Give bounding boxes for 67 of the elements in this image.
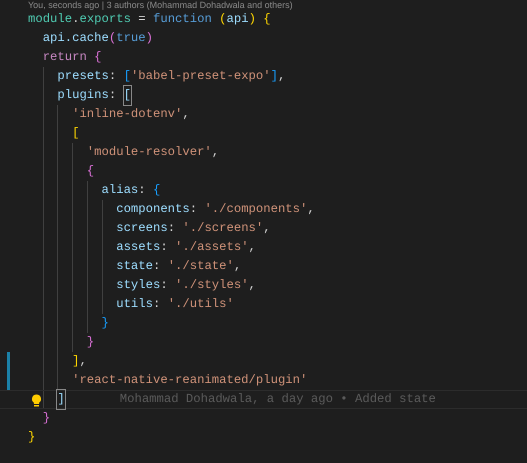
- code-token: ): [146, 30, 153, 47]
- blame-annotation: Mohammad Dohadwala, a day ago • Added state: [120, 391, 436, 408]
- code-token: ,: [234, 258, 242, 275]
- matched-bracket: [: [124, 86, 131, 105]
- code-token: module: [28, 11, 72, 28]
- code-token: './assets': [175, 239, 249, 256]
- code-token: api: [226, 11, 249, 28]
- code-token: ]: [270, 68, 278, 85]
- code-token: ): [248, 11, 257, 28]
- code-token: styles: [115, 277, 160, 294]
- code-token: ,: [307, 201, 315, 218]
- code-token: 'react-native-reanimated/plugin': [71, 372, 308, 389]
- code-token: './screens': [182, 220, 264, 237]
- code-token: plugins: [56, 87, 109, 104]
- code-token: :: [168, 220, 176, 237]
- code-token: function: [153, 11, 213, 28]
- code-token: (: [108, 30, 116, 47]
- code-token: }: [86, 334, 94, 351]
- code-token: './components': [204, 201, 308, 218]
- code-token: {: [263, 11, 271, 28]
- codelens-annotation[interactable]: You, seconds ago | 3 authors (Mohammad Dohadwala and others): [28, 0, 293, 10]
- code-token: {: [152, 182, 160, 199]
- code-token: true: [116, 30, 146, 47]
- code-token: 'module-resolver': [86, 144, 212, 161]
- code-token: ,: [248, 277, 256, 294]
- code-token: .: [72, 11, 80, 28]
- code-token: assets: [115, 239, 160, 256]
- code-token: './styles': [175, 277, 249, 294]
- code-token: ,: [212, 144, 220, 161]
- code-token: state: [115, 258, 153, 275]
- code-token: './state': [168, 258, 234, 275]
- code-token: {: [86, 163, 94, 180]
- code-token: }: [28, 429, 36, 446]
- code-token: :: [108, 87, 118, 104]
- code-token: [: [124, 68, 131, 85]
- code-token: ,: [182, 106, 190, 123]
- code-token: :: [160, 239, 169, 256]
- code-token: }: [100, 315, 109, 332]
- code-token: screens: [115, 220, 168, 237]
- code-token: {: [94, 49, 102, 66]
- code-token: './utils': [168, 296, 234, 313]
- code-token: :: [152, 296, 162, 313]
- code-token: :: [108, 68, 118, 85]
- lightbulb-icon[interactable]: [31, 394, 42, 407]
- code-token: presets: [56, 68, 109, 85]
- code-token: =: [137, 11, 147, 28]
- code-token: :: [160, 277, 169, 294]
- code-token: 'babel-preset-expo': [130, 68, 271, 85]
- code-token: }: [42, 410, 50, 427]
- code-token: (: [219, 11, 227, 28]
- code-token: :: [138, 182, 147, 199]
- code-token: :: [190, 201, 198, 218]
- code-token: components: [115, 201, 190, 218]
- code-token: ]: [71, 353, 80, 370]
- code-token: ,: [263, 220, 271, 237]
- code-token: utils: [115, 296, 153, 313]
- code-token: ,: [79, 353, 87, 370]
- code-token: api.cache: [42, 30, 109, 47]
- code-token: ,: [278, 68, 286, 85]
- code-token: [: [71, 125, 80, 142]
- code-token: 'inline-dotenv': [71, 106, 182, 123]
- code-token: return: [42, 49, 88, 66]
- code-token: alias: [100, 182, 138, 199]
- matched-bracket: ]: [57, 390, 65, 409]
- code-token: exports: [79, 11, 131, 28]
- code-token: ,: [248, 239, 256, 256]
- code-token: :: [152, 258, 162, 275]
